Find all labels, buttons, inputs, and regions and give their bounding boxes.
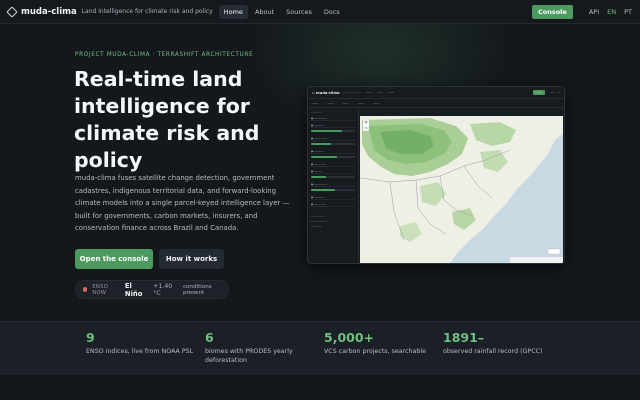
preview-sidebar-label: ──────────── [311,220,328,223]
top-nav: muda-clima Land intelligence for climate… [0,0,640,24]
preview-sidebar-row: ▣ ────────── [311,116,355,121]
preview-tab: ──── [357,101,364,105]
nav-link-about[interactable]: About [250,5,279,19]
preview-sidebar: ──────── ▣ ────────── ▣ ──────── ▣ ─────… [308,108,359,263]
diamond-logo-icon [6,5,18,18]
preview-sidebar-row: ▣ ──────── [311,123,355,128]
preview-nav: ◇ muda-clima ───────────── ──── ──── ───… [308,87,564,99]
enso-condition: conditions present [182,283,212,296]
preview-slider [311,156,355,158]
preview-tab: ──── [327,101,334,105]
stat-label: VCS carbon projects, searchable [324,348,426,355]
stat-biomes: 6 biomes with PRODES yearly deforestatio… [205,331,305,365]
preview-sidebar-label: ──────── [311,111,323,114]
preview-sidebar-row: ▣ ──────── [311,149,355,154]
nav-link-docs[interactable]: Docs [319,5,345,19]
preview-sidebar-row: ▣ ────────── [311,136,355,141]
preview-tab: ──── [342,101,349,105]
brand-name: muda-clima [21,6,77,17]
enso-anomaly: +1.40 °C [153,282,173,297]
preview-sidebar-row: ▣ ───────── [311,202,355,207]
preview-nav-link: ──── [376,91,384,94]
preview-sidebar-label: ────────── [311,215,325,218]
stat-label: ENSO indices, live from NOAA PSL [86,348,194,355]
nav-right: Console API EN PT [531,4,632,19]
stat-label: biomes with PRODES yearly deforestation [205,348,293,364]
preview-sidebar-row: ▣ ──────── [311,195,355,200]
preview-lang: ── [550,91,554,94]
preview-slider [311,189,355,191]
preview-sidebar-label: ──────── [311,225,323,228]
preview-sidebar-row: ▣ ─────── [311,169,355,174]
how-it-works-button[interactable]: How it works [159,249,224,269]
preview-lang: ── [556,91,560,94]
preview-slider [311,143,355,145]
console-preview-screenshot: ◇ muda-clima ───────────── ──── ──── ───… [307,86,565,264]
preview-tagline: ───────────── [342,91,361,94]
preview-tab: ──── [373,101,380,105]
enso-status-pill: ENSO NOW El Niño +1.40 °C conditions pre… [75,280,229,299]
hero-eyebrow: PROJECT MUDA-CLIMA · TERRASHIFT ARCHITEC… [75,52,254,58]
stat-carbon-projects: 5,000+ VCS carbon projects, searchable [324,331,434,356]
console-button[interactable]: Console [531,4,573,19]
brand-tagline: Land intelligence for climate risk and p… [81,8,213,15]
stat-value: 6 [205,330,214,345]
language-pt[interactable]: PT [624,8,632,16]
preview-logo: ◇ muda-clima [312,90,340,95]
preview-slider [311,176,355,178]
stat-value: 1891– [443,330,485,345]
hero-description: muda-clima fuses satellite change detect… [75,174,290,232]
enso-label: ENSO NOW [92,283,109,296]
preview-tab: ──── [312,101,319,105]
preview-slider [311,130,355,132]
preview-tabs: ──── ──── ──── ──── ──── [308,99,564,108]
stat-rainfall-record: 1891– observed rainfall record (GPCC) [443,331,563,356]
preview-map [360,116,563,263]
preview-console-button: ──── [532,90,545,95]
preview-nav-link: ──── [388,91,395,94]
nav-links: Home About Sources Docs [218,4,347,19]
enso-phase: El Niño [124,281,143,298]
stat-label: observed rainfall record (GPCC) [443,348,543,355]
hero-headline: Real-time land intelligence for climate … [74,67,260,172]
stat-value: 9 [86,330,95,345]
enso-indicator-dot-icon [83,287,88,292]
nav-link-home[interactable]: Home [218,4,248,19]
language-en[interactable]: EN [607,8,616,16]
preview-sidebar-row: ▣ ───────── [311,162,355,167]
open-console-button[interactable]: Open the console [75,249,153,269]
logo[interactable]: muda-clima Land intelligence for climate… [6,5,213,18]
nav-link-sources[interactable]: Sources [281,5,317,19]
stat-enso-indices: 9 ENSO indices, live from NOAA PSL [86,331,196,356]
preview-sidebar-row: ▣ ────────── [311,182,355,187]
preview-nav-link: ──── [365,91,372,94]
api-link[interactable]: API [589,8,599,16]
stat-value: 5,000+ [324,330,375,345]
